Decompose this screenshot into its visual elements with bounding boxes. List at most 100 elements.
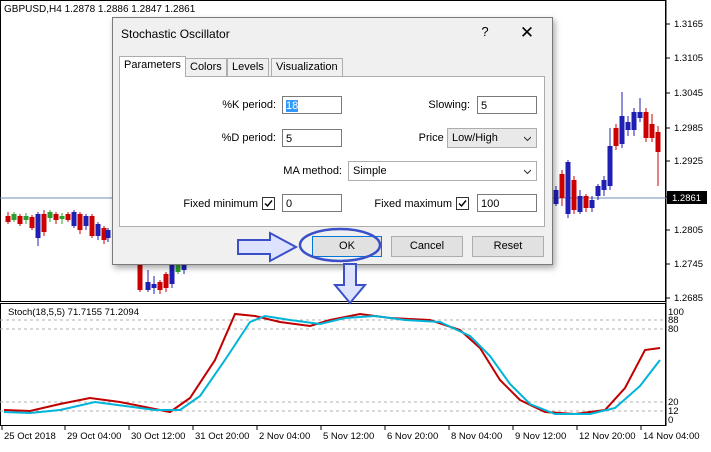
candle-body — [71, 212, 77, 226]
candle-body — [619, 116, 625, 144]
candle-body — [637, 112, 643, 118]
fixed-minimum-label: Fixed minimum — [183, 198, 258, 210]
candle-body — [631, 112, 637, 130]
candle-body — [157, 282, 163, 290]
date-tick-label: 14 Nov 04:00 — [643, 431, 700, 442]
tab-levels[interactable]: Levels — [227, 58, 269, 76]
candle-body — [47, 212, 53, 218]
candle-body — [53, 214, 59, 220]
tab-visualization[interactable]: Visualization — [271, 58, 343, 76]
date-tick-label: 2 Nov 04:00 — [259, 431, 310, 442]
candle-body — [23, 216, 29, 220]
fixed-maximum-label: Fixed maximum — [374, 198, 452, 210]
candle-body — [643, 112, 649, 138]
ma-method-label: MA method: — [283, 165, 342, 177]
ma-method-value: Simple — [353, 165, 387, 177]
price-tick-label: 1.2805 — [674, 225, 703, 236]
ma-method-select[interactable]: Simple — [348, 161, 537, 181]
price-tick-label: 1.3165 — [674, 19, 703, 30]
price-tick-label: 1.2685 — [674, 293, 703, 304]
checkmark-icon — [458, 200, 467, 208]
close-button[interactable]: ✕ — [513, 22, 541, 44]
candle-body — [95, 224, 101, 236]
price-tick-label: 1.3045 — [674, 88, 703, 99]
candle-body — [655, 132, 661, 152]
candle-body — [169, 264, 175, 284]
date-tick-label: 12 Nov 20:00 — [579, 431, 636, 442]
fixed-minimum-checkbox[interactable] — [262, 197, 275, 210]
candle-body — [601, 180, 607, 190]
candle-body — [137, 264, 143, 290]
candle-body — [553, 190, 559, 204]
candle-body — [625, 122, 631, 130]
level-tick-label: 80 — [668, 324, 679, 335]
slowing-input[interactable]: 5 — [477, 96, 537, 114]
parameters-panel: %K period: 18 %D period: 5 Slowing: 5 Pr… — [119, 76, 545, 227]
reset-button[interactable]: Reset — [472, 236, 544, 257]
checkmark-icon — [264, 200, 273, 208]
date-tick-label: 29 Oct 04:00 — [67, 431, 121, 442]
fixed-minimum-input[interactable]: 0 — [282, 194, 342, 212]
fixed-maximum-input[interactable]: 100 — [477, 194, 537, 212]
candle-body — [589, 200, 595, 208]
date-tick-label: 9 Nov 12:00 — [515, 431, 566, 442]
candle-body — [11, 214, 17, 220]
chevron-down-icon — [524, 136, 531, 142]
level-tick-label: 0 — [668, 415, 673, 426]
candle-body — [35, 214, 41, 238]
fixed-maximum-checkbox[interactable] — [456, 197, 469, 210]
price-tick-label: 1.2925 — [674, 156, 703, 167]
candle-body — [571, 180, 577, 210]
d-period-label: %D period: — [221, 132, 276, 144]
dialog-title: Stochastic Oscillator — [121, 27, 230, 41]
candle-body — [59, 216, 65, 219]
k-period-value: 18 — [286, 100, 299, 112]
candle-body — [583, 196, 589, 208]
candle-body — [5, 216, 11, 222]
tab-parameters[interactable]: Parameters — [119, 56, 186, 77]
price-tick-label: 1.2985 — [674, 123, 703, 134]
candle-body — [89, 216, 95, 236]
chart-symbol-header: GBPUSD,H4 1.2878 1.2886 1.2847 1.2861 — [4, 4, 196, 15]
tab-colors[interactable]: Colors — [185, 58, 227, 76]
date-tick-label: 6 Nov 20:00 — [387, 431, 438, 442]
candle-body — [175, 264, 181, 272]
candle-body — [151, 284, 157, 288]
candle-body — [577, 196, 583, 212]
candle-body — [77, 214, 83, 230]
candle-body — [65, 214, 71, 220]
date-tick-label: 8 Nov 04:00 — [451, 431, 502, 442]
slowing-label: Slowing: — [428, 99, 470, 111]
date-tick-label: 5 Nov 12:00 — [323, 431, 374, 442]
candle-body — [613, 128, 619, 146]
date-tick-label: 25 Oct 2018 — [4, 431, 56, 442]
d-period-input[interactable]: 5 — [282, 129, 342, 147]
candle-body — [595, 186, 601, 196]
candle-body — [649, 124, 655, 138]
date-tick-label: 31 Oct 20:00 — [195, 431, 249, 442]
price-field-value: Low/High — [452, 132, 498, 144]
candle-body — [29, 217, 35, 228]
cancel-button[interactable]: Cancel — [391, 236, 463, 257]
ok-button[interactable]: OK — [312, 236, 382, 257]
price-field-select[interactable]: Low/High — [447, 128, 537, 148]
help-button[interactable]: ? — [477, 24, 493, 42]
candle-body — [607, 146, 613, 186]
price-tick-label: 1.3105 — [674, 53, 703, 64]
candle-body — [17, 216, 23, 224]
stochastic-header: Stoch(18,5,5) 71.7155 71.2094 — [8, 307, 139, 318]
candle-body — [83, 216, 89, 226]
date-tick-label: 30 Oct 12:00 — [131, 431, 185, 442]
stochastic-dialog: Stochastic Oscillator ? ✕ Parameters Col… — [112, 17, 553, 265]
candle-body — [105, 230, 111, 238]
k-period-input[interactable]: 18 — [282, 96, 342, 114]
current-price-label: 1.2861 — [672, 193, 701, 204]
candle-body — [145, 282, 151, 290]
k-period-label: %K period: — [222, 99, 276, 111]
candle-body — [41, 214, 47, 232]
chevron-down-icon — [524, 169, 531, 175]
candle-body — [559, 174, 565, 198]
price-tick-label: 1.2745 — [674, 259, 703, 270]
candle-body — [565, 162, 571, 214]
candle-body — [163, 274, 169, 288]
